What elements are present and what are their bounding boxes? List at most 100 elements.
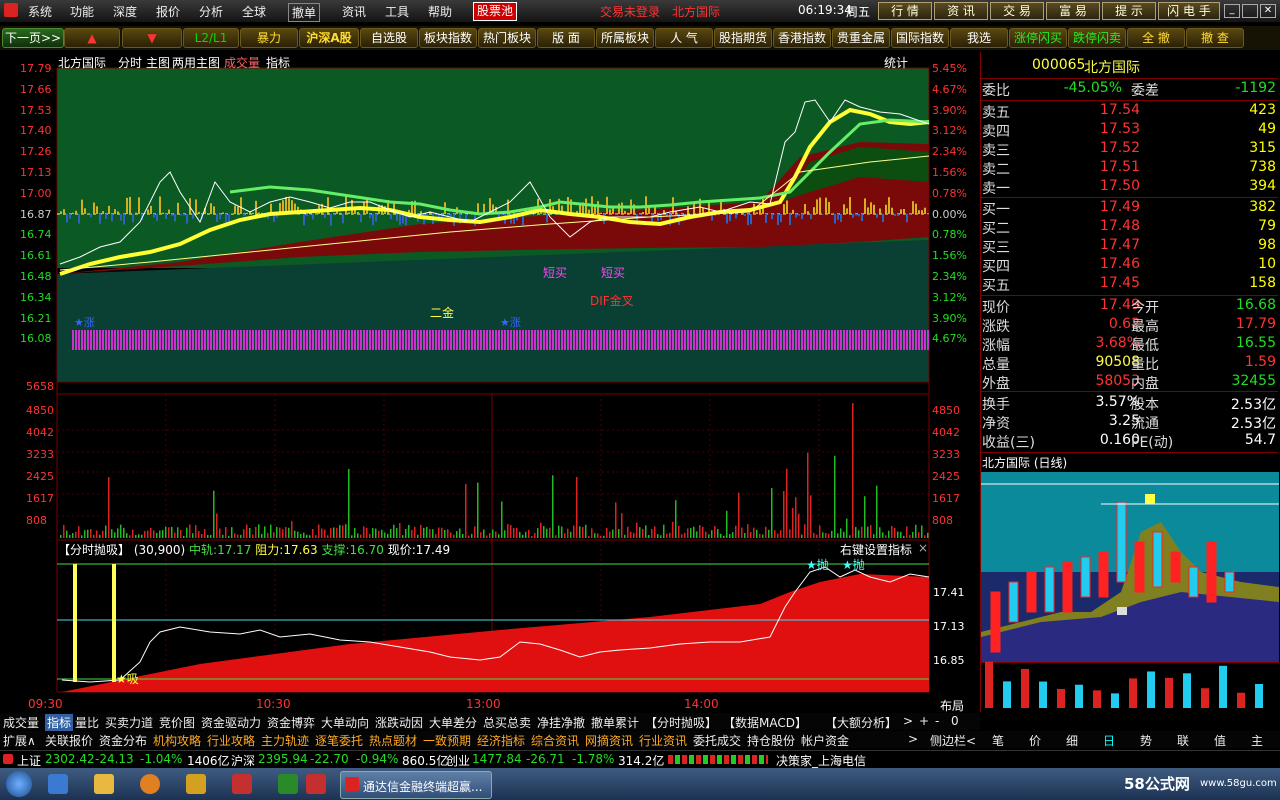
index-futures-button[interactable]: 股指期货 (714, 28, 772, 48)
hs-name[interactable]: 沪深 (231, 752, 255, 769)
menu-news[interactable]: 资讯 (342, 3, 366, 20)
menu-system[interactable]: 系统 (28, 3, 52, 20)
right-panel-tab[interactable]: 细 (1066, 732, 1078, 749)
app-icon-4[interactable] (306, 774, 326, 794)
tab-dual-chart[interactable]: 两用主图 (172, 54, 220, 71)
bottom-tab[interactable]: 总买总卖 (483, 714, 531, 731)
sell-level-row[interactable]: 卖一 17.50 394 (980, 178, 1280, 197)
bottom-tab-2[interactable]: 一致预期 (423, 732, 471, 749)
stock-pool-tab[interactable]: 股票池 (473, 2, 518, 21)
right-panel-tab[interactable]: 势 (1140, 732, 1152, 749)
bottom-tab[interactable]: 资金驱动力 (201, 714, 261, 731)
btn-flash-trade[interactable]: 闪 电 手 (1158, 2, 1220, 20)
menu-global[interactable]: 全球 (242, 3, 266, 20)
bottom-tab[interactable]: 【数据MACD】 (723, 714, 807, 731)
bottom-tab[interactable]: - (935, 714, 939, 728)
bottom-tab-2[interactable]: 扩展∧ (3, 732, 36, 749)
bottom-tab-2[interactable]: 委托成交 (693, 732, 741, 749)
limit-down-sell-button[interactable]: 跌停闪卖 (1068, 28, 1126, 48)
bottom-tab-2[interactable]: 机构攻略 (153, 732, 201, 749)
sell-level-row[interactable]: 卖二 17.51 738 (980, 159, 1280, 178)
right-panel-tab[interactable]: 价 (1029, 732, 1041, 749)
tab-intraday[interactable]: 分时 (118, 54, 142, 71)
bottom-tab[interactable]: + (919, 714, 929, 728)
right-panel-tab[interactable]: 值 (1214, 732, 1226, 749)
folder-icon[interactable] (94, 774, 114, 794)
bottom-tab-2[interactable]: 帐户资金 (801, 732, 849, 749)
bottom-tab[interactable]: 买卖力道 (105, 714, 153, 731)
bottom-tab[interactable]: 成交量 (3, 714, 39, 731)
bottom-tab-2[interactable]: 网摘资讯 (585, 732, 633, 749)
menu-analysis[interactable]: 分析 (199, 3, 223, 20)
bottom-tab-2[interactable]: 主力轨迹 (261, 732, 309, 749)
layout-button[interactable]: 版 面 (537, 28, 595, 48)
tab-volume[interactable]: 成交量 (224, 54, 260, 71)
bottom-tab-2[interactable]: 关联报价 (45, 732, 93, 749)
bottom-tab-2[interactable]: 资金分布 (99, 732, 147, 749)
violent-button[interactable]: 暴力 (240, 28, 298, 48)
menu-quote[interactable]: 报价 (156, 3, 180, 20)
minimize-icon[interactable]: _ (1224, 4, 1240, 18)
bottom-tab[interactable]: 撤单累计 (591, 714, 639, 731)
bottom-tab-2[interactable]: > (908, 732, 918, 746)
bottom-tab-2[interactable]: 逐笔委托 (315, 732, 363, 749)
bottom-tab[interactable]: 大单差分 (429, 714, 477, 731)
intl-index-button[interactable]: 国际指数 (891, 28, 949, 48)
tab-main-chart[interactable]: 主图 (146, 54, 170, 71)
close-icon[interactable]: ✕ (1260, 4, 1276, 18)
hushen-a-button[interactable]: 沪深A股 (299, 28, 359, 48)
bottom-tab[interactable]: 净挂净撤 (537, 714, 585, 731)
layout-label[interactable]: 布局 (940, 697, 964, 714)
menu-function[interactable]: 功能 (70, 3, 94, 20)
media-player-icon[interactable] (140, 774, 160, 794)
menu-help[interactable]: 帮助 (428, 3, 452, 20)
bottom-tab[interactable]: 竞价图 (159, 714, 195, 731)
bottom-tab[interactable]: > (903, 714, 913, 728)
right-panel-tab[interactable]: 联 (1177, 732, 1189, 749)
btn-market[interactable]: 行 情 (878, 2, 932, 20)
app-icon-3[interactable] (278, 774, 298, 794)
bottom-tab-2[interactable]: 经济指标 (477, 732, 525, 749)
btn-trade[interactable]: 交 易 (990, 2, 1044, 20)
bottom-tab-2[interactable]: 热点题材 (369, 732, 417, 749)
start-button-icon[interactable] (6, 771, 32, 797)
taskbar-window-button[interactable]: 通达信金融终端超赢... (340, 771, 492, 799)
explorer-icon[interactable] (48, 774, 68, 794)
sell-level-row[interactable]: 卖四 17.53 49 (980, 121, 1280, 140)
bottom-tab-2[interactable]: 行业资讯 (639, 732, 687, 749)
bottom-tab[interactable]: 大单动向 (321, 714, 369, 731)
stat-button[interactable]: 统计 (884, 54, 908, 71)
bottom-tab-2[interactable]: 侧边栏< (930, 732, 976, 749)
cancel-query-button[interactable]: 撤 查 (1186, 28, 1244, 48)
btn-fuyi[interactable]: 富 易 (1046, 2, 1100, 20)
buy-level-row[interactable]: 买二 17.48 79 (980, 218, 1280, 237)
indicator-title[interactable]: 【分时抛吸】 (58, 543, 130, 557)
my-choice-button[interactable]: 我选 (950, 28, 1008, 48)
right-panel-tab[interactable]: 笔 (992, 732, 1004, 749)
popularity-button[interactable]: 人 气 (655, 28, 713, 48)
right-panel-tab[interactable]: 主 (1251, 732, 1263, 749)
indicator-close-icon[interactable]: × (918, 541, 928, 555)
own-sector-button[interactable]: 所属板块 (596, 28, 654, 48)
cy-name[interactable]: 创业 (446, 752, 470, 769)
intraday-chart-svg[interactable] (0, 52, 980, 712)
right-panel-tab[interactable]: 日 (1103, 732, 1115, 749)
next-arrow-button[interactable]: ▼ (122, 28, 182, 48)
app-icon-2[interactable] (232, 774, 252, 794)
l2-l1-button[interactable]: L2/L1 (183, 28, 239, 48)
bottom-tab[interactable]: 0 (951, 714, 959, 728)
menu-tools[interactable]: 工具 (385, 3, 409, 20)
bottom-tab[interactable]: 资金博弈 (267, 714, 315, 731)
hk-index-button[interactable]: 香港指数 (773, 28, 831, 48)
buy-level-row[interactable]: 买四 17.46 10 (980, 256, 1280, 275)
bottom-tab[interactable]: 指标 (45, 714, 74, 731)
sell-level-row[interactable]: 卖三 17.52 315 (980, 140, 1280, 159)
bottom-tab-2[interactable]: 综合资讯 (531, 732, 579, 749)
bottom-tab[interactable]: 涨跌动因 (375, 714, 423, 731)
bottom-tab[interactable]: 【大额分析】 (825, 714, 897, 731)
self-select-button[interactable]: 自选股 (360, 28, 418, 48)
bottom-tab[interactable]: 量比 (75, 714, 99, 731)
hot-sector-button[interactable]: 热门板块 (478, 28, 536, 48)
menu-cancel-order[interactable]: 撤单 (288, 3, 321, 22)
app-icon-1[interactable] (186, 774, 206, 794)
